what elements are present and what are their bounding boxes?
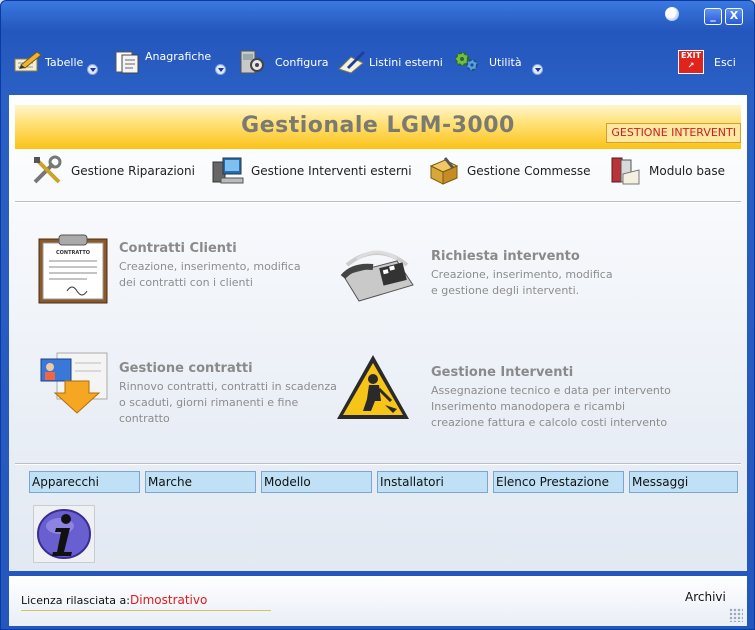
feature-desc-line: Rinnovo contratti, contratti in scadenza xyxy=(119,380,337,393)
close-button[interactable]: X xyxy=(725,8,743,25)
feature-desc-line: Creazione, inserimento, modifica xyxy=(431,268,613,281)
module-label: Gestione Riparazioni xyxy=(71,164,195,178)
module-gestione-riparazioni[interactable]: Gestione Riparazioni xyxy=(31,151,195,191)
menu-anagrafiche[interactable]: Anagrafiche xyxy=(113,47,227,77)
title-bar: _ X xyxy=(1,1,754,31)
exit-icon: EXIT ↗ xyxy=(678,50,704,74)
module-modulo-base[interactable]: Modulo base xyxy=(609,151,725,191)
divider xyxy=(15,201,741,203)
feature-desc-line: creazione fattura e calcolo costi interv… xyxy=(431,416,668,429)
feature-desc-line: Inserimento manodopera e ricambi xyxy=(431,400,626,413)
menu-configura[interactable]: Configura xyxy=(237,47,329,77)
main-window: _ X Tabelle Anagrafiche Configura Listin… xyxy=(0,0,755,630)
exit-icon-text: EXIT xyxy=(680,51,702,60)
pencil-paper-icon xyxy=(13,49,43,75)
module-label: Gestione Interventi esterni xyxy=(251,164,412,178)
menu-label: Tabelle xyxy=(45,55,84,69)
license-underline xyxy=(21,610,271,611)
section-tag: GESTIONE INTERVENTI xyxy=(606,123,741,143)
chevron-down-icon[interactable] xyxy=(215,63,227,75)
feature-desc-line: e gestione degli interventi. xyxy=(431,284,580,297)
tab-installatori[interactable]: Installatori xyxy=(377,471,488,493)
feature-title: Gestione contratti xyxy=(119,361,253,376)
info-icon xyxy=(37,509,91,559)
resize-grip-icon[interactable] xyxy=(729,608,743,622)
tab-elenco-prestazione[interactable]: Elenco Prestazione xyxy=(493,471,624,493)
license-value: Dimostrativo xyxy=(130,593,208,607)
menu-bar: Tabelle Anagrafiche Configura Listini es… xyxy=(1,35,754,91)
feature-desc-line: Assegnazione tecnico e data per interven… xyxy=(431,384,671,397)
minimize-button[interactable]: _ xyxy=(704,8,722,25)
archivi-link[interactable]: Archivi xyxy=(685,590,726,604)
module-label: Gestione Commesse xyxy=(467,164,591,178)
feature-richiesta-intervento[interactable]: Richiesta intervento Creazione, inserime… xyxy=(337,235,637,315)
menu-utilita[interactable]: Utilità xyxy=(451,47,543,77)
pen-paper-icon xyxy=(337,49,367,75)
feature-title: Richiesta intervento xyxy=(431,249,580,264)
exit-label: Esci xyxy=(714,55,736,69)
feature-desc-line: Creazione, inserimento, modifica xyxy=(119,260,301,273)
computer-icon xyxy=(211,154,245,188)
contract-doc-text: CONTRATTO xyxy=(55,250,91,256)
help-globe-icon[interactable] xyxy=(665,7,679,21)
feature-title: Gestione Interventi xyxy=(431,365,574,380)
content-panel: Gestionale LGM-3000 GESTIONE INTERVENTI … xyxy=(9,95,747,571)
tab-apparecchi[interactable]: Apparecchi xyxy=(29,471,140,493)
telephone-icon xyxy=(337,235,415,310)
header-banner: Gestionale LGM-3000 GESTIONE INTERVENTI xyxy=(15,105,741,149)
gears-icon xyxy=(451,49,481,75)
feature-contratti-clienti[interactable]: CONTRATTO Contratti Clienti Creazione, i… xyxy=(37,233,327,313)
books-icon xyxy=(609,154,643,188)
menu-listini-esterni[interactable]: Listini esterni xyxy=(337,47,443,77)
tab-messaggi[interactable]: Messaggi xyxy=(629,471,738,493)
feature-desc-line: dei contratti con i clienti xyxy=(119,276,253,289)
menu-label: Utilità xyxy=(489,55,522,69)
module-gestione-commesse[interactable]: Gestione Commesse xyxy=(427,151,591,191)
menu-label: Configura xyxy=(275,55,329,69)
chevron-down-icon[interactable] xyxy=(531,63,543,75)
menu-tabelle[interactable]: Tabelle xyxy=(13,47,99,77)
feature-gestione-contratti[interactable]: Gestione contratti Rinnovo contratti, co… xyxy=(37,351,337,431)
tab-modello[interactable]: Modello xyxy=(261,471,372,493)
chevron-down-icon[interactable] xyxy=(87,63,99,75)
tools-icon xyxy=(31,154,65,188)
tab-marche[interactable]: Marche xyxy=(145,471,256,493)
menu-label: Anagrafiche xyxy=(145,49,212,63)
feature-desc-line: contratto xyxy=(119,412,170,425)
info-button[interactable] xyxy=(33,505,95,563)
gear-cabinet-icon xyxy=(237,49,267,75)
menu-label: Listini esterni xyxy=(369,55,443,69)
box-icon xyxy=(427,154,461,188)
module-gestione-interventi-esterni[interactable]: Gestione Interventi esterni xyxy=(211,151,412,191)
documents-icon xyxy=(113,49,143,75)
module-label: Modulo base xyxy=(649,164,726,178)
contract-download-icon xyxy=(37,351,109,420)
divider xyxy=(15,463,741,465)
contract-clipboard-icon: CONTRATTO xyxy=(37,233,109,308)
roadwork-sign-icon xyxy=(333,351,413,426)
exit-button[interactable]: EXIT ↗ Esci xyxy=(678,47,736,77)
license-label: Licenza rilasciata a: xyxy=(21,594,130,607)
status-bar: Licenza rilasciata a: Dimostrativo Archi… xyxy=(9,576,747,626)
feature-desc-line: o scaduti, giorni rimanenti e fine xyxy=(119,396,299,409)
feature-title: Contratti Clienti xyxy=(119,241,237,256)
feature-gestione-interventi[interactable]: Gestione Interventi Assegnazione tecnico… xyxy=(333,351,671,431)
